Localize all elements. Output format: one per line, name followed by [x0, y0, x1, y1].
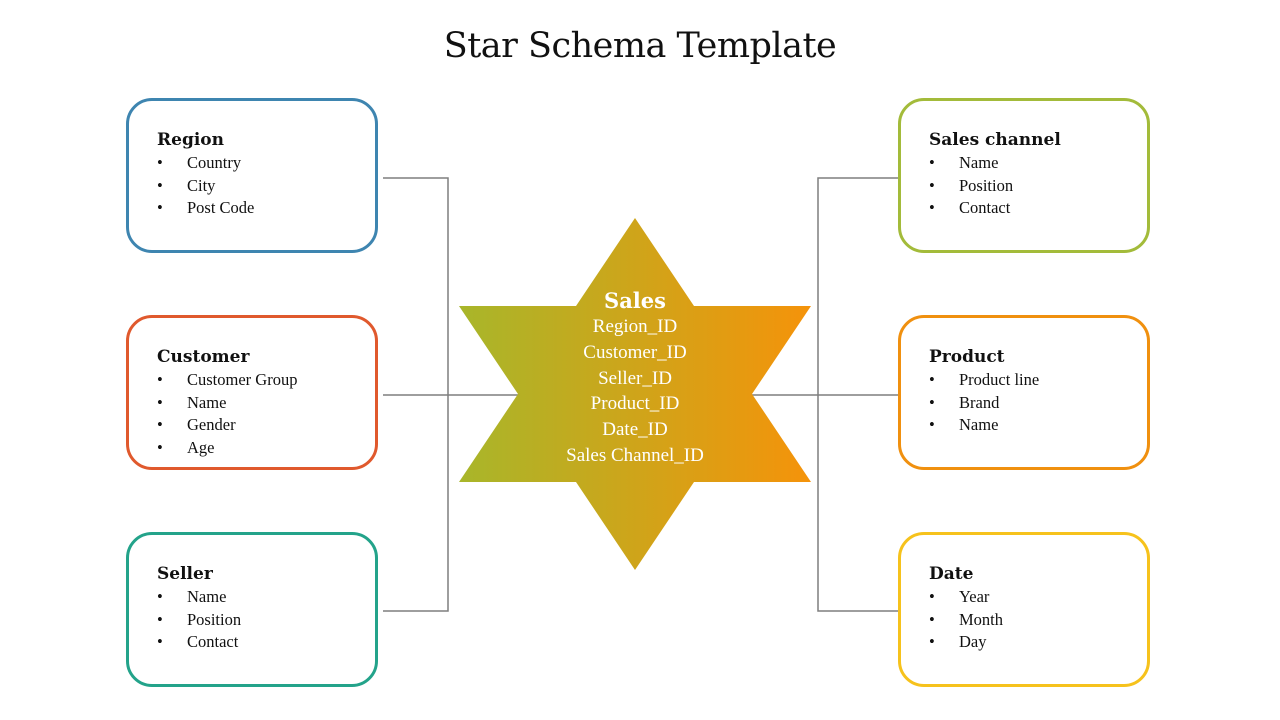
attribute-item: Contact: [157, 631, 241, 654]
dimension-card-region: Region Country City Post Code: [126, 98, 378, 253]
attribute-item: Age: [157, 437, 297, 460]
attribute-item: Customer Group: [157, 369, 297, 392]
attribute-item: City: [157, 175, 254, 198]
fact-field: Customer_ID: [583, 341, 687, 363]
attribute-item: Contact: [929, 197, 1013, 220]
dimension-title: Seller: [157, 564, 213, 584]
dimension-card-customer: Customer Customer Group Name Gender Age: [126, 315, 378, 470]
dimension-card-product: Product Product line Brand Name: [898, 315, 1150, 470]
dimension-card-sales-channel: Sales channel Name Position Contact: [898, 98, 1150, 253]
fact-field: Region_ID: [592, 316, 678, 337]
attribute-item: Post Code: [157, 197, 254, 220]
attribute-item: Gender: [157, 414, 297, 437]
attribute-list: Country City Post Code: [157, 152, 254, 220]
attribute-item: Country: [157, 152, 254, 175]
attribute-list: Customer Group Name Gender Age: [157, 369, 297, 459]
fact-table-title: Sales: [604, 288, 666, 313]
dimension-title: Customer: [157, 347, 250, 367]
attribute-item: Position: [157, 609, 241, 632]
attribute-item: Brand: [929, 392, 1039, 415]
fact-field: Date_ID: [602, 419, 668, 441]
dimension-title: Date: [929, 564, 974, 584]
attribute-item: Day: [929, 631, 1003, 654]
attribute-item: Name: [929, 414, 1039, 437]
attribute-list: Name Position Contact: [929, 152, 1013, 220]
fact-table-text: Sales Region_ID Customer_ID Seller_ID Pr…: [459, 288, 811, 469]
attribute-item: Product line: [929, 369, 1039, 392]
attribute-list: Year Month Day: [929, 586, 1003, 654]
attribute-list: Product line Brand Name: [929, 369, 1039, 437]
dimension-card-seller: Seller Name Position Contact: [126, 532, 378, 687]
attribute-item: Year: [929, 586, 1003, 609]
dimension-title: Sales channel: [929, 130, 1061, 150]
dimension-title: Region: [157, 130, 224, 150]
attribute-list: Name Position Contact: [157, 586, 241, 654]
attribute-item: Name: [157, 586, 241, 609]
fact-field-list: Region_ID Customer_ID Seller_ID Product_…: [459, 314, 811, 469]
attribute-item: Position: [929, 175, 1013, 198]
fact-field: Sales Channel_ID: [566, 444, 704, 466]
dimension-title: Product: [929, 347, 1005, 367]
fact-field: Seller_ID: [598, 367, 672, 389]
fact-field: Product_ID: [590, 393, 680, 415]
dimension-card-date: Date Year Month Day: [898, 532, 1150, 687]
attribute-item: Name: [929, 152, 1013, 175]
attribute-item: Name: [157, 392, 297, 415]
attribute-item: Month: [929, 609, 1003, 632]
